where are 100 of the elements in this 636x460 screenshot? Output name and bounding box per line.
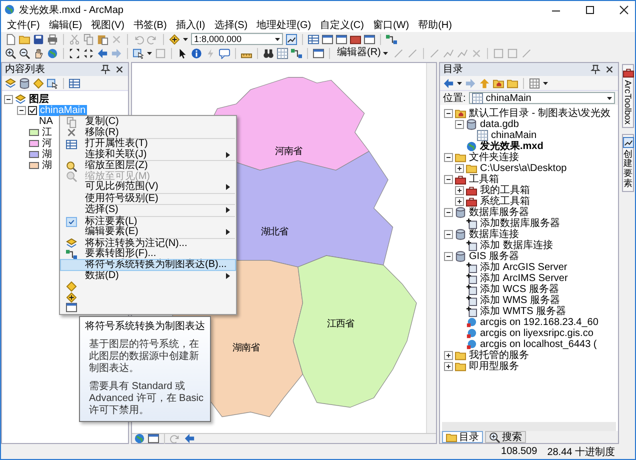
window-icon[interactable] (313, 48, 324, 58)
tree-item[interactable]: 即用型服务 (468, 361, 520, 372)
menu-item[interactable]: 文件(F) (7, 18, 40, 32)
menu-item[interactable]: 编辑要素(E) (61, 227, 235, 238)
back-arrow-icon[interactable] (97, 48, 108, 58)
tree-item[interactable]: 默认工作目录 - 制图表达\发光效 (468, 108, 612, 119)
menu-item[interactable]: 自定义(C) (320, 18, 364, 32)
checkbox[interactable] (28, 106, 37, 115)
select-features-icon[interactable] (133, 48, 144, 58)
database-icon[interactable] (19, 78, 30, 88)
menu-item[interactable]: 窗口(W) (372, 18, 410, 32)
expand-icon[interactable] (444, 362, 453, 371)
four-arrows-out-icon[interactable] (69, 48, 80, 58)
zoom-in-icon[interactable] (5, 48, 16, 58)
back-arrow-icon[interactable] (443, 78, 454, 88)
globe-icon[interactable] (134, 433, 145, 444)
home-folder-icon[interactable] (493, 78, 504, 88)
menu-item[interactable]: 将标注转换为注记(N)... (61, 238, 235, 249)
select-features-icon[interactable] (47, 78, 58, 88)
table-icon[interactable] (308, 34, 319, 44)
menu-item[interactable]: 插入(I) (176, 18, 206, 32)
tree-item[interactable]: 发光效果.mxd (479, 141, 544, 152)
menu-item[interactable]: 书签(B) (133, 18, 167, 32)
menu-item[interactable]: 移除(R) (61, 128, 235, 138)
line-chart-icon[interactable] (286, 34, 297, 44)
window-icon[interactable] (336, 34, 347, 44)
menu-item[interactable]: 地理处理(G) (256, 18, 312, 32)
menu-item[interactable]: 连接和关联(J) (61, 150, 235, 160)
menu-item[interactable]: 选择(S) (214, 18, 248, 32)
layer-group-label[interactable]: 图层 (28, 94, 50, 105)
collapse-icon[interactable] (444, 252, 453, 261)
tree-item[interactable]: 添加 ArcGIS Server (479, 262, 568, 273)
menu-item[interactable]: 要素转图形(F)... (61, 249, 235, 260)
close-icon[interactable] (114, 64, 125, 75)
side-tab[interactable]: ArcToolbox (622, 64, 634, 128)
tree-item[interactable]: data.gdb (479, 119, 520, 130)
collapse-icon[interactable] (444, 208, 453, 217)
connector-icon[interactable] (386, 34, 397, 44)
menu-item[interactable]: 可见比例范围(V) (61, 182, 235, 192)
expand-icon[interactable] (444, 351, 453, 360)
paste-icon[interactable] (97, 34, 108, 44)
close-icon[interactable] (604, 64, 615, 75)
globe-icon[interactable] (47, 48, 58, 58)
menu-item[interactable]: 缩放至图层(Z) (61, 161, 235, 172)
pointer-icon[interactable] (177, 48, 188, 58)
grid-icon[interactable] (529, 78, 540, 88)
menu-item[interactable]: 打开属性表(T) (61, 139, 235, 150)
collapse-icon[interactable] (4, 95, 13, 104)
collapse-icon[interactable] (444, 109, 453, 118)
pin-icon[interactable] (100, 64, 111, 75)
collapse-icon[interactable] (455, 120, 464, 129)
expand-icon[interactable] (455, 164, 464, 173)
tree-item[interactable]: 工具箱 (468, 174, 500, 185)
editor-menu-button[interactable]: 编辑器(R) (335, 47, 390, 59)
scrollbar[interactable] (426, 63, 436, 433)
tree-item[interactable]: 添加 数据库连接 (479, 240, 554, 251)
side-tab[interactable]: 创建要素 (622, 134, 634, 192)
connector-icon[interactable] (291, 48, 302, 58)
save-icon[interactable] (33, 34, 44, 44)
menu-item[interactable]: 复制(C) (61, 117, 235, 128)
hand-icon[interactable] (33, 48, 44, 58)
tree-item[interactable]: 系统工具箱 (479, 196, 531, 207)
grid-icon[interactable] (277, 48, 288, 58)
add-data-icon[interactable] (169, 34, 180, 44)
zoom-out-icon[interactable] (19, 48, 30, 58)
menu-item[interactable]: 编辑(E) (48, 18, 82, 32)
menu-item[interactable]: 标注要素(L) (61, 216, 235, 227)
tree-item[interactable]: C:\Users\a\Desktop (479, 163, 568, 174)
menu-item[interactable]: 选择(S) (61, 205, 235, 216)
window-icon[interactable] (148, 433, 159, 444)
menu-item[interactable]: 视图(V) (91, 18, 124, 32)
table-icon[interactable] (69, 78, 80, 88)
tree-item[interactable]: arcgis on 192.168.23.4_60 (479, 317, 600, 328)
tree-item[interactable]: 添加 WCS 服务器 (479, 284, 560, 295)
tree-item[interactable]: 我托管的服务 (468, 350, 530, 361)
scale-field[interactable]: 1:8,000,000 (191, 33, 283, 45)
tree-item[interactable]: 添加 WMTS 服务器 (479, 306, 568, 317)
print-icon[interactable] (47, 34, 58, 44)
collapse-icon[interactable] (444, 175, 453, 184)
tree-item[interactable]: arcgis on liyexsripc.gis.co (479, 328, 594, 339)
menu-item[interactable]: 帮助(H) (418, 18, 452, 32)
collapse-icon[interactable] (17, 106, 26, 115)
binoculars-icon[interactable] (263, 48, 274, 58)
tree-item[interactable]: GIS 服务器 (468, 251, 520, 262)
info-icon[interactable] (191, 48, 202, 58)
menu-item[interactable]: 使用符号级别(E) (61, 194, 235, 204)
box-icon[interactable] (350, 34, 361, 44)
collapse-icon[interactable] (444, 153, 453, 162)
tree-item[interactable]: 添加 ArcIMS Server (479, 273, 569, 284)
location-field[interactable]: chinaMain (468, 92, 615, 104)
scrollbar[interactable] (442, 422, 616, 431)
tree-item[interactable]: 数据库连接 (468, 229, 520, 240)
panel-tab[interactable]: 目录 (442, 431, 483, 443)
tree-item[interactable]: 我的工具箱 (479, 185, 531, 196)
tree-item[interactable]: chinaMain (490, 130, 538, 141)
tree-item[interactable]: 数据库服务器 (468, 207, 530, 218)
four-arrows-in-icon[interactable] (83, 48, 94, 58)
pin-icon[interactable] (590, 64, 601, 75)
back-arrow-icon[interactable] (184, 433, 195, 444)
collapse-icon[interactable] (444, 230, 453, 239)
